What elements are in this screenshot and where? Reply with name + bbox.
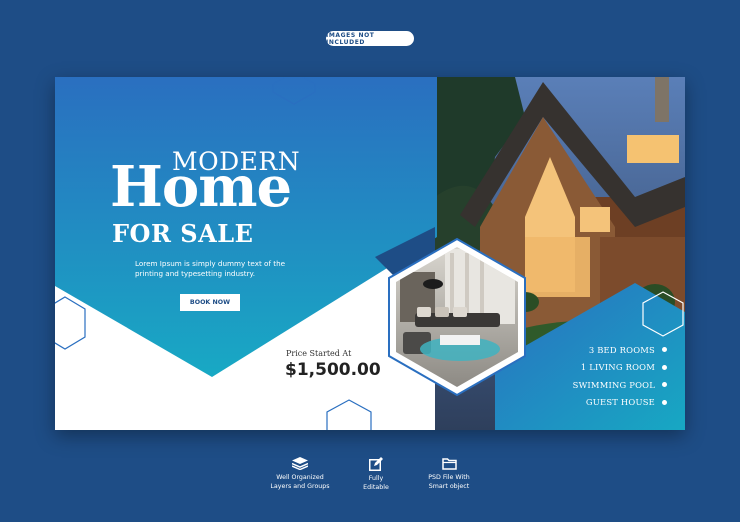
feature-caption: Well Organized	[276, 474, 324, 481]
feature-label: 3 BED ROOMS	[588, 344, 655, 355]
feature-label: SWIMMING POOL	[572, 379, 655, 390]
feature-caption: Smart object	[428, 483, 470, 490]
feature-item: SWIMMING POOL	[551, 376, 667, 394]
feature-label: 1 LIVING ROOM	[580, 362, 655, 373]
feature-item: GUEST HOUSE	[551, 394, 667, 412]
edit-icon	[369, 457, 383, 471]
feature-psd: PSD File With Smart object	[409, 457, 489, 491]
feature-caption: PSD File With	[428, 474, 470, 481]
bullet-icon	[662, 382, 667, 388]
feature-item: 3 BED ROOMS	[551, 341, 667, 359]
description-text: Lorem Ipsum is simply dummy text of the …	[135, 259, 286, 278]
feature-label: GUEST HOUSE	[585, 397, 655, 408]
layers-icon	[292, 457, 308, 470]
feature-caption: Fully	[368, 475, 384, 482]
bullet-icon	[662, 399, 667, 405]
title-for-sale: FOR SALE	[112, 219, 254, 248]
feature-list: 3 BED ROOMS 1 LIVING ROOM SWIMMING POOL …	[551, 341, 667, 411]
book-now-button[interactable]: BOOK NOW	[180, 294, 240, 311]
feature-layers: Well Organized Layers and Groups	[260, 457, 340, 491]
price-label: Price Started At	[286, 349, 352, 358]
images-not-included-badge: IMAGES NOT INCLUDED	[326, 31, 414, 46]
bullet-icon	[662, 364, 667, 370]
feature-editable: Fully Editable	[336, 457, 416, 492]
price-value: $1,500.00	[285, 360, 381, 380]
real-estate-banner: MODERN Home FOR SALE Lorem Ipsum is simp…	[55, 77, 685, 430]
feature-caption: Layers and Groups	[270, 483, 330, 490]
feature-caption: Editable	[363, 484, 389, 491]
title-home: Home	[110, 154, 292, 220]
folder-icon	[441, 458, 457, 470]
feature-item: 1 LIVING ROOM	[551, 359, 667, 377]
bullet-icon	[662, 347, 667, 353]
